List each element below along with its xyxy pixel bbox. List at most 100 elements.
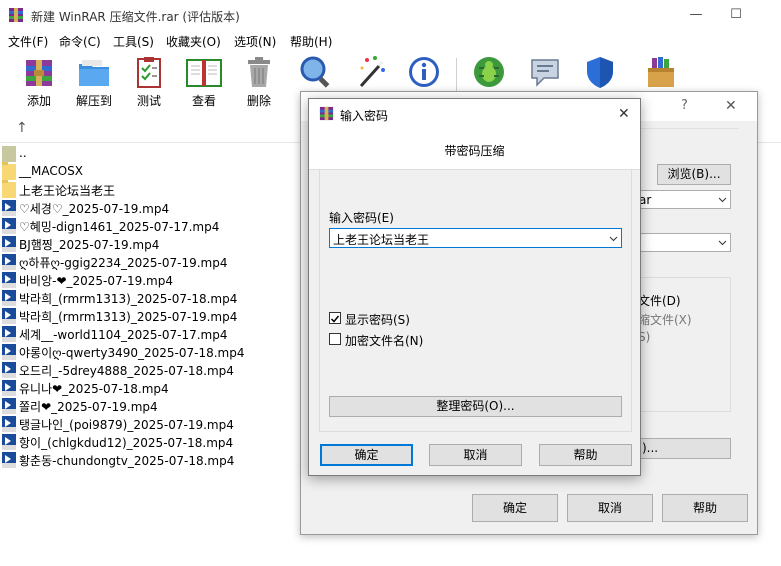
password-value: 上老王论坛当老王: [333, 233, 430, 247]
folder-icon: [2, 180, 16, 198]
list-item[interactable]: ღ하퓨ღ-ggig2234_2025-07-19.mp4: [0, 253, 300, 271]
menu-options[interactable]: 选项(N): [234, 33, 276, 50]
chevron-down-icon[interactable]: [609, 236, 618, 242]
chevron-down-icon: [718, 197, 727, 203]
mp4-file-icon: [2, 290, 16, 306]
menu-tools[interactable]: 工具(S): [113, 33, 154, 50]
delete-button[interactable]: 删除: [233, 54, 285, 112]
dialog-close-button[interactable]: ✕: [725, 98, 737, 114]
title-bar: 新建 WinRAR 压缩文件.rar (评估版本) — ☐: [0, 0, 781, 30]
show-password-label[interactable]: 显示密码(S): [345, 311, 410, 328]
mp4-file-icon: [2, 452, 16, 468]
extract-to-button[interactable]: 解压到: [68, 54, 120, 112]
test-button[interactable]: 测试: [123, 54, 175, 112]
ok-button[interactable]: 确定: [320, 444, 413, 466]
option-sfx-label[interactable]: 缩文件(X): [638, 311, 692, 328]
mp4-file-icon: [2, 362, 16, 378]
password-input[interactable]: 上老王论坛当老王: [329, 228, 622, 248]
help-button[interactable]: 帮助: [539, 444, 632, 466]
archive-books-icon: [26, 60, 52, 86]
show-password-checkbox[interactable]: [329, 312, 341, 324]
menu-help[interactable]: 帮助(H): [290, 33, 332, 50]
enter-password-dialog: 输入密码 ✕ 带密码压缩 输入密码(E) 上老王论坛当老王 显示密码(S) 加密…: [308, 98, 641, 476]
list-item[interactable]: ♡세경♡_2025-07-19.mp4: [0, 199, 300, 217]
dialog-header-panel: 带密码压缩: [309, 129, 640, 170]
parent-folder-icon: [2, 146, 16, 162]
magnifier-icon: [300, 56, 330, 88]
encrypt-file-names-label[interactable]: 加密文件名(N): [345, 332, 423, 349]
winrar-app-icon: [319, 106, 334, 121]
list-item[interactable]: BJ햄찡_2025-07-19.mp4: [0, 235, 300, 253]
mp4-file-icon: [2, 254, 16, 270]
dialog-title: 输入密码: [340, 109, 389, 123]
checkmark-icon: [330, 315, 340, 323]
set-password-button[interactable]: )...: [631, 438, 731, 459]
mp4-file-icon: [2, 398, 16, 414]
help-question-button[interactable]: ?: [681, 98, 688, 113]
dialog-close-button[interactable]: ✕: [618, 106, 630, 122]
method-select[interactable]: [631, 233, 731, 252]
tab-underline: [639, 128, 739, 129]
mp4-file-icon: [2, 272, 16, 288]
bug-icon: [474, 57, 504, 87]
winrar-app-icon: [8, 7, 24, 23]
mp4-file-icon: [2, 344, 16, 360]
archive-format-select[interactable]: ar: [631, 190, 731, 209]
mp4-file-icon: [2, 416, 16, 432]
mp4-file-icon: [2, 434, 16, 450]
dialog-heading: 带密码压缩: [444, 144, 505, 158]
list-item[interactable]: 박라희_(rmrm1313)_2025-07-18.mp4: [0, 289, 300, 307]
shield-icon: [587, 57, 613, 88]
folder-icon: [2, 162, 16, 180]
cancel-button[interactable]: 取消: [429, 444, 522, 466]
list-item[interactable]: 오드리_-5drey4888_2025-07-18.mp4: [0, 361, 300, 379]
dialog-title-bar: 输入密码 ✕: [309, 99, 640, 129]
magic-wand-icon: [359, 56, 385, 88]
list-item[interactable]: 야롱이ღ-qwerty3490_2025-07-18.mp4: [0, 343, 300, 361]
open-book-icon: [186, 59, 222, 87]
menu-command[interactable]: 命令(C): [59, 33, 101, 50]
option-delete-files-label[interactable]: 文件(D): [638, 292, 681, 309]
cancel-button[interactable]: 取消: [567, 494, 653, 522]
trash-can-icon: [248, 57, 270, 87]
ok-button[interactable]: 确定: [472, 494, 558, 522]
list-item[interactable]: ..: [0, 145, 300, 163]
list-item[interactable]: 上老王论坛当老王: [0, 180, 300, 199]
mp4-file-icon: [2, 200, 16, 216]
mp4-file-icon: [2, 308, 16, 324]
list-item[interactable]: 세계__-world1104_2025-07-17.mp4: [0, 325, 300, 343]
encrypt-file-names-checkbox[interactable]: [329, 333, 341, 345]
mp4-file-icon: [2, 218, 16, 234]
archive-options-group: 文件(D) 缩文件(X) S): [631, 277, 731, 412]
up-one-level-icon[interactable]: ↑: [16, 120, 28, 136]
menu-favorites[interactable]: 收藏夹(O): [166, 33, 221, 50]
file-list[interactable]: .. __MACOSX 上老王论坛当老王 ♡세경♡_2025-07-19.mp4…: [0, 143, 300, 563]
list-item[interactable]: __MACOSX: [0, 162, 300, 181]
speech-bubble-icon: [531, 59, 559, 87]
add-button[interactable]: 添加: [13, 54, 65, 112]
self-extracting-box-icon: [648, 57, 674, 87]
help-button[interactable]: 帮助: [662, 494, 748, 522]
list-item[interactable]: 유니나❤_2025-07-18.mp4: [0, 379, 300, 397]
mp4-file-icon: [2, 326, 16, 342]
list-item[interactable]: 탱글나인_(poi9879)_2025-07-19.mp4: [0, 415, 300, 433]
window-title: 新建 WinRAR 压缩文件.rar (评估版本): [31, 10, 240, 24]
list-item[interactable]: 황춘동-chundongtv_2025-07-18.mp4: [0, 451, 300, 469]
list-item[interactable]: ♡혜밍-dign1461_2025-07-17.mp4: [0, 217, 300, 235]
list-item[interactable]: 쫄리❤_2025-07-19.mp4: [0, 397, 300, 415]
browse-button[interactable]: 浏览(B)...: [657, 164, 731, 185]
mp4-file-icon: [2, 380, 16, 396]
chevron-down-icon: [718, 240, 727, 246]
maximize-button[interactable]: ☐: [713, 0, 759, 30]
list-item[interactable]: 항이_(chlgkdud12)_2025-07-18.mp4: [0, 433, 300, 451]
folder-extract-icon: [79, 60, 109, 86]
menu-bar: 文件(F) 命令(C) 工具(S) 收藏夹(O) 选项(N) 帮助(H): [0, 30, 781, 52]
menu-file[interactable]: 文件(F): [8, 33, 48, 50]
info-icon: [409, 57, 439, 87]
organize-passwords-button[interactable]: 整理密码(O)...: [329, 396, 622, 417]
list-item[interactable]: 박라희_(rmrm1313)_2025-07-19.mp4: [0, 307, 300, 325]
mp4-file-icon: [2, 236, 16, 252]
view-button[interactable]: 查看: [178, 54, 230, 112]
clipboard-check-icon: [137, 57, 161, 88]
list-item[interactable]: 바비앙-❤_2025-07-19.mp4: [0, 271, 300, 289]
